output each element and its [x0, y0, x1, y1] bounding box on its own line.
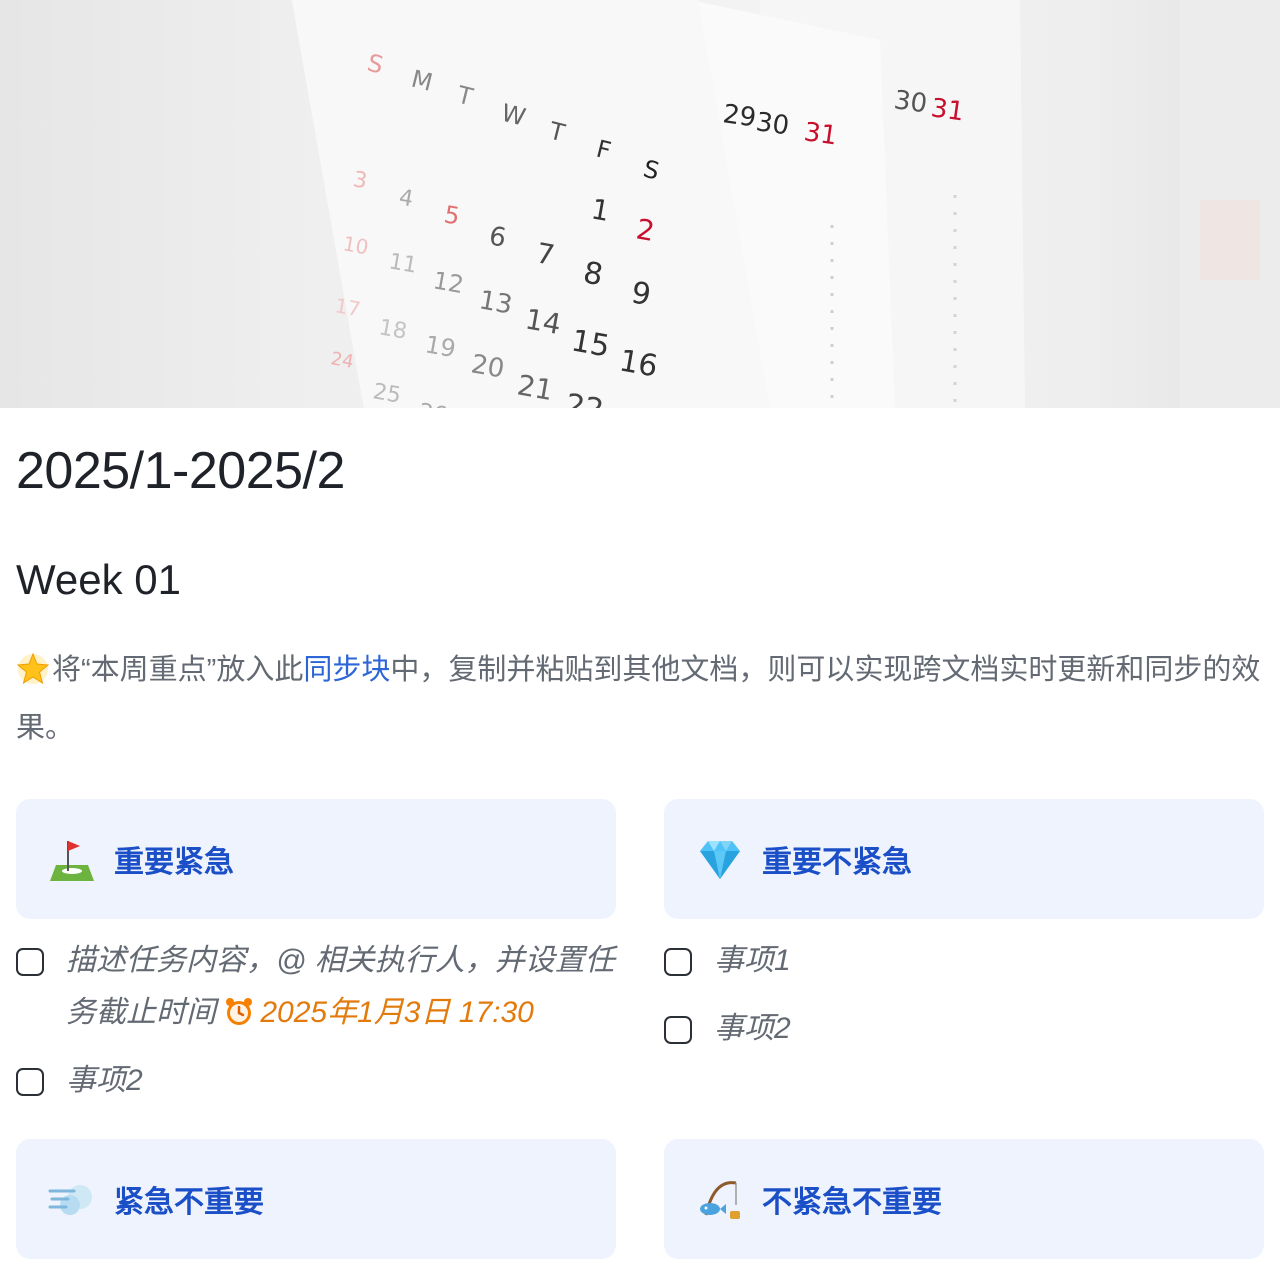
calendar-date: 12: [431, 266, 466, 299]
calendar-date: 16: [617, 343, 661, 384]
task-text[interactable]: 事项2: [714, 1003, 1274, 1055]
golf-flag-icon: [48, 835, 96, 883]
calendar-date: 30: [754, 107, 791, 141]
calendar-date: 18: [377, 315, 409, 344]
quadrant-title: 不紧急不重要: [762, 1186, 942, 1219]
calendar-photo: 29 30 31 30 31 S M T W T F S 1 2 3 4 5 6: [287, 0, 1280, 408]
task-checkbox[interactable]: [664, 1016, 692, 1044]
calendar-date: 25: [371, 379, 403, 408]
week-heading: Week 01: [16, 556, 181, 603]
calendar-date: 20: [469, 349, 507, 384]
task-text[interactable]: 描述任务内容，@ 相关执行人，并设置任务截止时间 2025年1月3日 17:30: [66, 935, 626, 1039]
quadrant-title: 重要紧急: [114, 846, 234, 879]
quadrant-important-not-urgent: 重要不紧急: [664, 799, 1264, 919]
task-text[interactable]: 事项2: [66, 1055, 626, 1107]
quadrant-important-urgent: 重要紧急: [16, 799, 616, 919]
quadrant-not-urgent-not-important: 不紧急不重要: [664, 1139, 1264, 1259]
calendar-date: 31: [802, 117, 839, 151]
calendar-date: 13: [477, 285, 515, 320]
gem-icon: [696, 835, 744, 883]
calendar-date: 24: [329, 348, 355, 373]
fishing-pole-icon: [696, 1175, 744, 1223]
quadrant-urgent-not-important: 紧急不重要: [16, 1139, 616, 1259]
task-item: 描述任务内容，@ 相关执行人，并设置任务截止时间 2025年1月3日 17:30: [16, 935, 626, 1039]
calendar-date: 29: [721, 99, 758, 133]
quadrant-title: 紧急不重要: [114, 1186, 264, 1219]
dash-wind-icon: [48, 1175, 96, 1223]
tip-text: 将“本周重点”放入此: [52, 654, 304, 686]
front-calendar-sheet: [287, 0, 772, 408]
task-checkbox[interactable]: [664, 948, 692, 976]
due-date-reminder[interactable]: 2025年1月3日 17:30: [224, 996, 534, 1029]
task-text[interactable]: 事项1: [714, 935, 1274, 987]
tip-callout: 将“本周重点”放入此同步块中，复制并粘贴到其他文档，则可以实现跨文档实时更新和同…: [16, 644, 1266, 754]
task-item: 事项1: [664, 935, 1274, 987]
calendar-date: 14: [523, 302, 564, 341]
glowing-star-icon: [16, 650, 52, 702]
calendar-date: 21: [515, 368, 556, 407]
due-date-text: 2025年1月3日 17:30: [260, 996, 534, 1029]
calendar-date: 31: [929, 93, 966, 127]
task-item: 事项2: [16, 1055, 626, 1107]
task-checkbox[interactable]: [16, 1068, 44, 1096]
page-title: 2025/1-2025/2: [16, 442, 345, 500]
quadrant-title: 重要不紧急: [762, 846, 912, 879]
calendar-date: 11: [387, 249, 419, 278]
synced-block-link[interactable]: 同步块: [303, 654, 390, 686]
task-item: 事项2: [664, 1003, 1274, 1055]
calendar-date: 30: [892, 85, 929, 119]
calendar-date: 17: [333, 293, 362, 321]
calendar-date: 15: [569, 323, 613, 364]
task-checkbox[interactable]: [16, 948, 44, 976]
calendar-date: 19: [423, 330, 458, 363]
cover-image: 29 30 31 30 31 S M T W T F S 1 2 3 4 5 6: [0, 0, 1280, 408]
blurred-highlight: [1200, 200, 1260, 280]
alarm-clock-icon: [224, 992, 254, 1025]
calendar-date: 10: [341, 231, 370, 259]
